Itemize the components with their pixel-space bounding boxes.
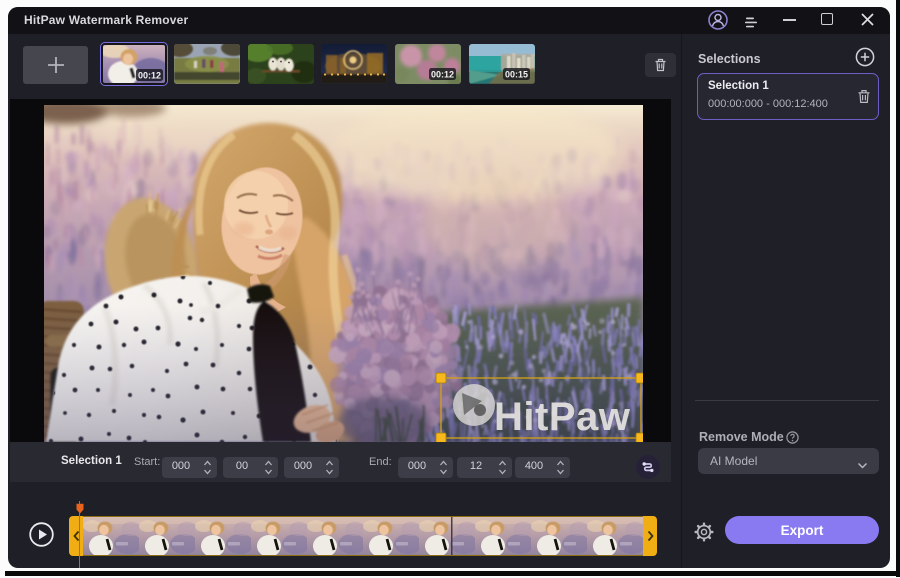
svg-text:00:12: 00:12 bbox=[138, 71, 161, 81]
svg-text:HitPaw: HitPaw bbox=[494, 395, 631, 439]
svg-text:00:12: 00:12 bbox=[431, 70, 454, 80]
svg-text:00:15: 00:15 bbox=[505, 70, 528, 80]
